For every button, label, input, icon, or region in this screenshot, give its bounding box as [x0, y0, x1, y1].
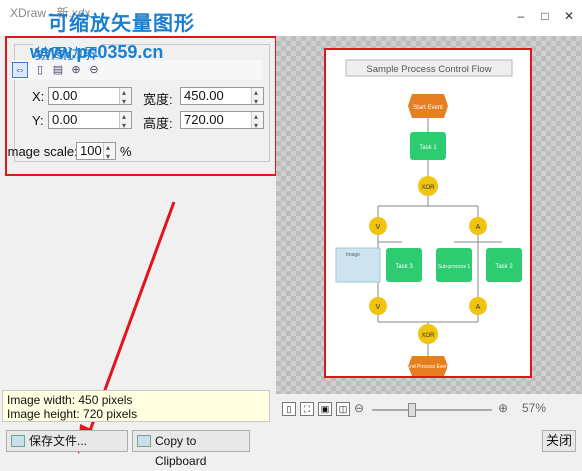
copy-clipboard-label: Copy to Clipboard: [155, 434, 207, 468]
preview-page: Sample Process Control Flow Start Event …: [324, 48, 532, 378]
fit-height-icon[interactable]: ◫: [336, 402, 350, 416]
minimize-button[interactable]: –: [514, 10, 528, 22]
flow-diagram: Sample Process Control Flow Start Event …: [335, 59, 522, 376]
close-window-button[interactable]: ✕: [562, 10, 576, 22]
v-label-bottom: V: [376, 304, 381, 311]
xor-label-bottom: XOR: [421, 333, 435, 339]
task1-label: Task 1: [419, 145, 437, 151]
a-label-top: A: [476, 224, 481, 231]
zoom-in-icon[interactable]: ⊕: [498, 401, 508, 415]
image-height-text: Image height: 720 pixels: [7, 407, 138, 421]
zoom-slider-thumb[interactable]: [408, 403, 416, 417]
title-bar: XDraw - 新.xdx 可缩放矢量图形 – □ ✕: [0, 0, 582, 36]
save-image-icon: [11, 435, 25, 447]
save-file-button[interactable]: 保存文件...: [6, 430, 128, 452]
clipboard-icon: [137, 435, 151, 447]
subprocess-label: Sub-process 1: [438, 264, 470, 270]
start-event-label: Start Event: [413, 105, 443, 111]
v-label-top: V: [376, 224, 381, 231]
image-label: Image: [346, 252, 360, 258]
actual-size-icon[interactable]: ▯: [282, 402, 296, 416]
zoom-bar: ▯ ⛶ ▣ ◫ ⊖ ⊕ 57%: [276, 396, 582, 422]
preview-panel: Sample Process Control Flow Start Event …: [276, 36, 582, 456]
zoom-slider[interactable]: [372, 403, 492, 417]
zoom-out-icon[interactable]: ⊖: [354, 401, 364, 415]
fit-page-icon[interactable]: ⛶: [300, 402, 314, 416]
zoom-percent: 57%: [522, 401, 547, 415]
maximize-button[interactable]: □: [538, 10, 552, 22]
task2-label: Task 2: [495, 264, 513, 270]
fit-width-icon[interactable]: ▣: [318, 402, 332, 416]
settings-panel: 绘图边界 ⇔ ▯ ▤ ⊕ ⊖ X: 0.00 宽度: 450.00 Y: 0.0…: [0, 36, 277, 468]
end-event-label: End Process Event: [407, 364, 450, 370]
dialog-title: 可缩放矢量图形: [48, 13, 195, 35]
image-info-box: Image width: 450 pixels Image height: 72…: [2, 390, 270, 422]
flow-title: Sample Process Control Flow: [366, 64, 491, 75]
image-width-text: Image width: 450 pixels: [7, 393, 133, 407]
save-file-label: 保存文件...: [29, 434, 88, 448]
xor-label-top: XOR: [421, 185, 435, 191]
close-button[interactable]: 关闭: [542, 430, 576, 452]
task3-label: Task 3: [395, 264, 413, 270]
copy-clipboard-button[interactable]: Copy to Clipboard: [132, 430, 250, 468]
watermark-text: www.pc0359.cn: [30, 42, 164, 62]
a-label-bottom: A: [476, 304, 481, 311]
preview-canvas: Sample Process Control Flow Start Event …: [276, 36, 582, 394]
